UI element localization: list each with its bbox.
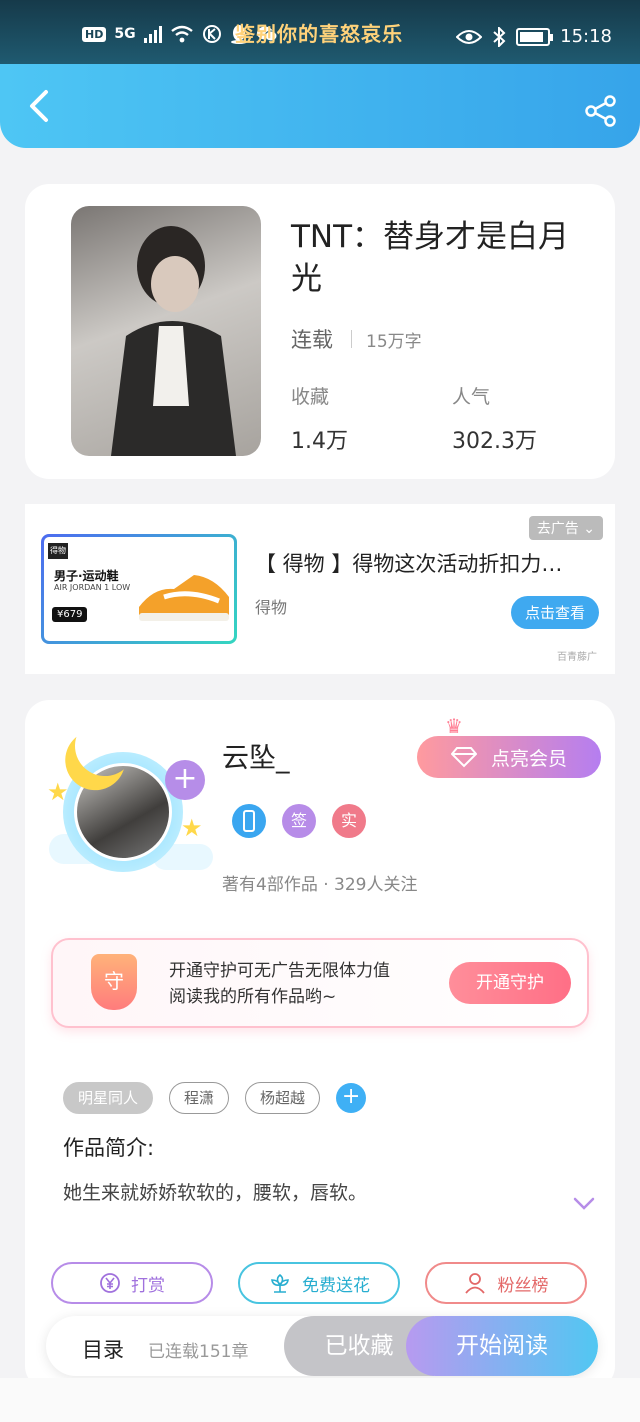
bluetooth-icon [493,26,506,47]
ad-image-logo: 得物 [48,543,68,559]
remove-ad-button[interactable]: 去广告 ⌄ [528,516,603,540]
back-arrow-icon[interactable] [20,86,60,126]
author-name[interactable]: 云坠_ [222,736,290,775]
notification-title: 鉴别你的喜怒哀乐 [235,22,403,46]
star-icon: ★ [181,814,203,842]
fans-ranking-label: 粉丝榜 [497,1275,549,1296]
serial-status: 连载 [291,328,333,352]
action-buttons: 打赏 免费送花 粉丝榜 [51,1262,587,1304]
ad-title: 【 得物 】得物这次活动折扣力… [255,552,563,576]
add-tag-button[interactable]: + [336,1083,367,1113]
nav-bar [0,64,640,148]
favorites-stat: 收藏 1.4万 [291,382,348,455]
avatar[interactable] [74,763,172,861]
vip-button[interactable]: 点亮会员 [417,736,601,778]
guard-promo: 守 开通守护可无广告无限体力值 阅读我的所有作品哟~ 开通守护 [51,938,589,1028]
verified-badge: 实 [332,804,366,838]
ad-image[interactable]: 得物 男子·运动鞋 AIR JORDAN 1 LOW ¥679 [41,534,237,644]
yen-coin-icon [100,1273,120,1293]
phone-badge-icon [232,804,266,838]
clock: 15:18 [560,26,612,47]
favorites-label: 收藏 [291,386,330,408]
diamond-icon [450,747,477,768]
author-stats: 著有4部作品 · 329人关注 [222,875,418,895]
favorites-value: 1.4万 [291,429,348,454]
ad-image-headline: 男子·运动鞋 [54,569,119,583]
guard-text: 开通守护可无广告无限体力值 阅读我的所有作品哟~ [169,958,390,1010]
intro-text: 她生来就娇娇软软的，腰软，唇软。 [63,1182,368,1204]
vip-label: 点亮会员 [490,747,567,770]
popularity-label: 人气 [452,386,491,408]
ad-source: 得物 [255,598,288,617]
wifi-icon [170,25,193,43]
cover-figure [111,226,236,456]
flower-icon [271,1273,289,1293]
tag-list: 明星同人 程潇 杨超越 + [63,1082,367,1114]
free-flower-label: 免费送花 [302,1275,370,1296]
battery-fill [520,31,544,42]
bottom-safe-area [0,1378,640,1422]
share-icon[interactable] [584,94,618,128]
sneaker-icon [139,575,229,621]
status-bar: HD 5G 鉴别你的喜怒哀乐 15:18 [0,0,640,64]
author-card: ★ ★ + 云坠_ ♛ 点亮会员 签 实 著有4部作品 · 329人关注 守 开… [25,700,615,1390]
divider [351,330,352,348]
free-flower-button[interactable]: 免费送花 [238,1262,400,1304]
chevron-down-icon[interactable] [571,1190,597,1216]
toc-button[interactable]: 目录 [82,1334,124,1364]
guard-text-line2: 阅读我的所有作品哟~ [169,987,337,1007]
battery-icon [516,27,554,46]
reward-label: 打赏 [131,1275,165,1296]
author-badges: 签 实 [232,804,366,838]
popularity-value: 302.3万 [452,429,537,454]
tag-item[interactable]: 杨超越 [245,1082,321,1114]
ad-brand: 百青藤广 [557,652,597,663]
popularity-stat: 人气 302.3万 [452,382,537,455]
open-guard-button[interactable]: 开通守护 [449,962,571,1004]
word-count: 15万字 [366,331,422,352]
book-title: TNT：替身才是白月光 [291,219,570,297]
guard-shield-icon: 守 [91,954,137,1010]
ad-image-subline: AIR JORDAN 1 LOW [54,583,131,592]
book-info-card: TNT：替身才是白月光 连载 15万字 收藏 1.4万 人气 302.3万 [25,184,615,479]
reward-button[interactable]: 打赏 [51,1262,213,1304]
tag-item[interactable]: 明星同人 [63,1082,154,1114]
guard-text-line1: 开通守护可无广告无限体力值 [169,961,390,981]
ad-image-price: ¥679 [52,607,88,622]
k-icon [202,25,221,43]
network-type: 5G [114,26,136,42]
ad-view-button[interactable]: 点击查看 [510,596,599,629]
bottom-action-bar: 目录 已连载151章 已收藏 开始阅读 [46,1316,598,1376]
follow-plus-button[interactable]: + [165,760,205,800]
start-reading-button[interactable]: 开始阅读 [406,1316,598,1376]
remove-ad-label: 去广告 [536,521,579,537]
ad-banner[interactable]: 得物 男子·运动鞋 AIR JORDAN 1 LOW ¥679 去广告 ⌄ 【 … [25,504,615,674]
book-cover-image[interactable] [71,206,261,456]
eye-icon [456,29,483,44]
crown-icon: ♛ [445,714,463,738]
tag-item[interactable]: 程潇 [169,1082,230,1114]
book-status-row: 连载 15万字 [291,324,422,354]
fans-ranking-button[interactable]: 粉丝榜 [425,1262,587,1304]
status-right-icons: 15:18 [456,26,612,47]
intro-title: 作品简介: [63,1136,155,1160]
star-icon: ★ [47,778,69,806]
hd-badge: HD [82,26,107,42]
user-icon [464,1273,485,1294]
author-avatar-frame[interactable]: ★ ★ + [43,716,213,876]
signed-badge: 签 [282,804,316,838]
signal-icon [143,25,162,43]
chapter-count: 已连载151章 [148,1342,249,1362]
